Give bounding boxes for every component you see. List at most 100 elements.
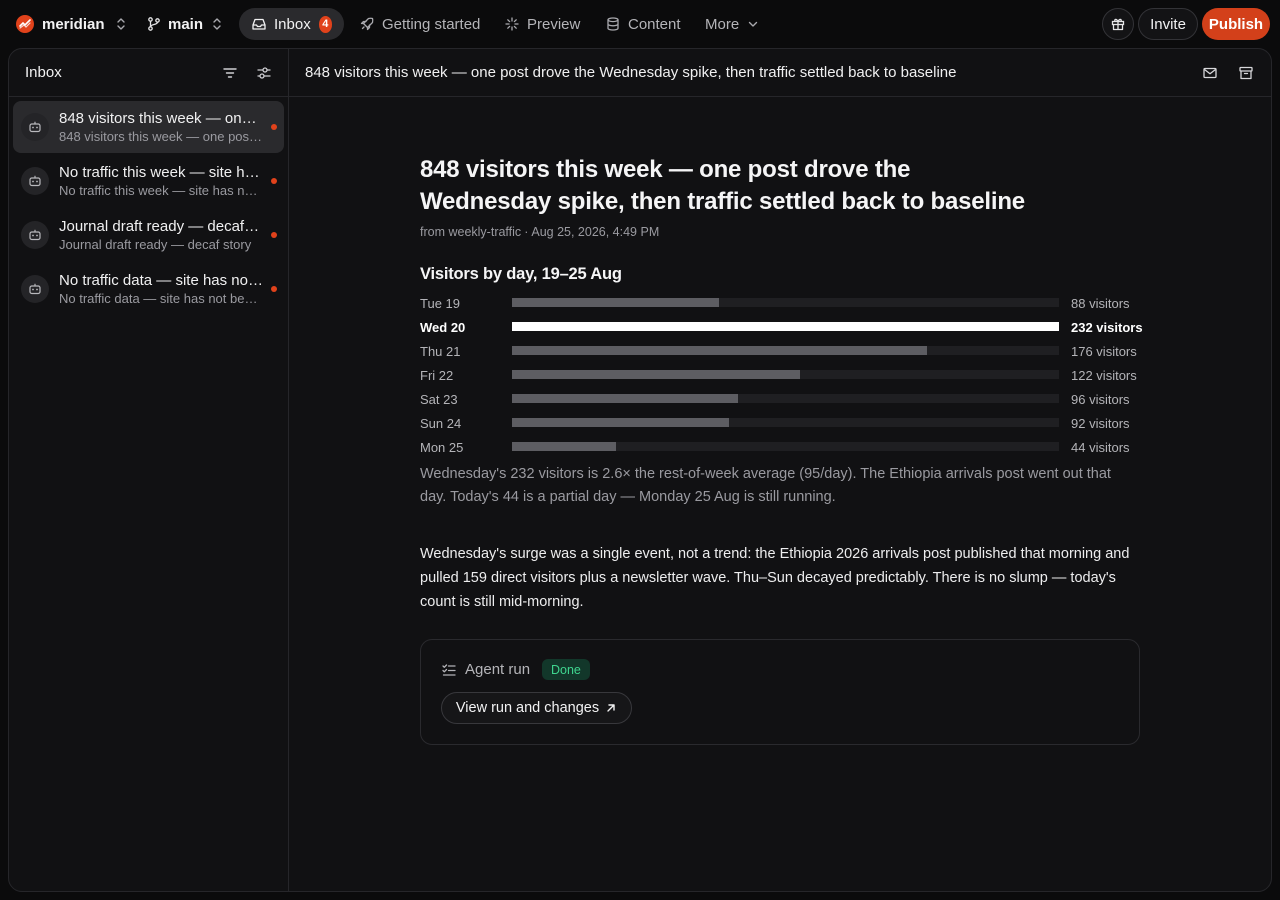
chart-bar-row: Sun 24 92 visitors (420, 411, 1140, 435)
tab-getting-started[interactable]: Getting started (359, 8, 480, 40)
bot-icon (21, 113, 49, 141)
message-paragraph: Wednesday's surge was a single event, no… (420, 546, 1130, 610)
chart-category-label: Mon 25 (420, 440, 464, 455)
chevron-down-icon (745, 16, 761, 32)
unread-indicator (271, 124, 277, 130)
bot-icon (21, 221, 49, 249)
message-list: 848 visitors this week — one post drove … (9, 97, 288, 321)
view-run-button-label: View run and changes (455, 700, 600, 716)
chart-bar-row: Mon 25 44 visitors (420, 435, 1140, 459)
list-item[interactable]: 848 visitors this week — one post drove … (13, 101, 284, 153)
list-item-preview: No traffic data — site has not been publ… (59, 291, 263, 306)
chart-value-label: 96 visitors (1071, 392, 1130, 407)
chart-value-label: 176 visitors (1071, 344, 1137, 359)
chart-value-label: 232 visitors (1071, 320, 1143, 335)
chart-bar-track (512, 394, 1059, 403)
checklist-icon (441, 662, 457, 678)
chart-bar (512, 346, 927, 355)
chart-bar-track (512, 298, 1059, 307)
branch-switcher[interactable]: main (146, 8, 225, 40)
chart-category-label: Sat 23 (420, 392, 458, 407)
chart-bar (512, 418, 729, 427)
detail-header-title: 848 visitors this week — one post drove … (305, 64, 957, 81)
chart-bar-track (512, 370, 1059, 379)
mail-icon[interactable] (1202, 65, 1218, 81)
unread-indicator (271, 286, 277, 292)
settings-sliders-icon[interactable] (256, 65, 272, 81)
visitors-bar-chart: Tue 19 88 visitors Wed 20 232 visitors Thu 2… (420, 291, 1143, 459)
tab-preview-label: Preview (527, 15, 581, 33)
chart-bar (512, 322, 1059, 331)
message-body: 848 visitors this week — one post drove … (420, 154, 1143, 745)
message-meta: from weekly-traffic · Aug 25, 2026, 4:49 P… (420, 225, 660, 239)
inbox-icon (251, 16, 267, 32)
invite-button[interactable]: Invite (1138, 8, 1198, 40)
bot-icon (21, 275, 49, 303)
chevron-updown-icon (209, 16, 225, 32)
list-item-preview: No traffic this week — site has not been… (59, 183, 263, 198)
chart-value-label: 92 visitors (1071, 416, 1130, 431)
branch-name: main (168, 15, 204, 33)
chart-bar-row: Thu 21 176 visitors (420, 339, 1140, 363)
more-menu[interactable]: More (705, 8, 761, 40)
message-timestamp: Aug 25, 2026, 4:49 PM (531, 225, 660, 239)
chart-value-label: 44 visitors (1071, 440, 1130, 455)
chart-bar-row: Fri 22 122 visitors (420, 363, 1140, 387)
agent-run-card: Agent run Done View run and changes (420, 639, 1140, 745)
list-item[interactable]: No traffic data — site has not been publ… (13, 263, 284, 315)
database-icon (605, 16, 621, 32)
project-name: meridian (42, 15, 105, 33)
publish-button[interactable]: Publish (1202, 8, 1270, 40)
filter-icon[interactable] (222, 65, 238, 81)
chart-bar (512, 394, 738, 403)
chart-bar-track (512, 322, 1059, 331)
chart-bar-row: Tue 19 88 visitors (420, 291, 1140, 315)
chart-bar (512, 442, 616, 451)
tab-getting-started-label: Getting started (382, 15, 481, 33)
chart-title: Visitors by day, 19–25 Aug (420, 265, 622, 283)
gift-icon (1110, 16, 1126, 32)
list-item-title: No traffic this week — site has not been… (59, 164, 263, 181)
sparkle-icon (504, 16, 520, 32)
list-item-preview: Journal draft ready — decaf story (59, 237, 252, 252)
chart-caption: Wednesday's 232 visitors is 2.6× the res… (420, 466, 1111, 505)
sidebar-title: Inbox (25, 64, 62, 81)
list-item[interactable]: Journal draft ready — decaf story Journa… (13, 209, 284, 261)
main-panel: Inbox 848 visitors this week — one post … (8, 48, 1272, 892)
inbox-count-badge: 4 (318, 15, 332, 33)
list-item-title: 848 visitors this week — one post drove … (59, 110, 263, 127)
arrow-up-right-icon (605, 702, 617, 714)
chart-bar-track (512, 442, 1059, 451)
chart-bar (512, 370, 800, 379)
top-bar: meridian main Inbox 4 Getting started Pr… (0, 0, 1280, 48)
rocket-icon (359, 16, 375, 32)
chart-category-label: Tue 19 (420, 296, 460, 311)
project-logo-icon (16, 15, 34, 33)
unread-indicator (271, 232, 277, 238)
bot-icon (21, 167, 49, 195)
chart-bar-row: Sat 23 96 visitors (420, 387, 1140, 411)
unread-indicator (271, 178, 277, 184)
archive-icon[interactable] (1238, 65, 1254, 81)
chart-value-label: 122 visitors (1071, 368, 1137, 383)
git-branch-icon (146, 16, 162, 32)
chart-category-label: Sun 24 (420, 416, 462, 431)
chart-bar-row: Wed 20 232 visitors (420, 315, 1143, 339)
chart-category-label: Thu 21 (420, 344, 461, 359)
tab-preview[interactable]: Preview (504, 8, 580, 40)
tab-content-label: Content (628, 15, 681, 33)
detail-header: 848 visitors this week — one post drove … (289, 49, 1271, 97)
chart-category-label: Wed 20 (420, 320, 466, 335)
chart-bar-track (512, 346, 1059, 355)
tab-inbox[interactable]: Inbox 4 (239, 8, 344, 40)
chart-category-label: Fri 22 (420, 368, 454, 383)
list-item-title: No traffic data — site has not been publ… (59, 272, 263, 289)
view-run-button[interactable]: View run and changes (441, 692, 632, 724)
tab-content[interactable]: Content (605, 8, 681, 40)
tab-inbox-label: Inbox (274, 15, 311, 33)
list-item[interactable]: No traffic this week — site has not been… (13, 155, 284, 207)
message-detail: 848 visitors this week — one post drove … (289, 49, 1271, 891)
gift-button[interactable] (1102, 8, 1134, 40)
status-badge: Done (542, 659, 590, 680)
project-switcher[interactable]: meridian (16, 8, 129, 40)
